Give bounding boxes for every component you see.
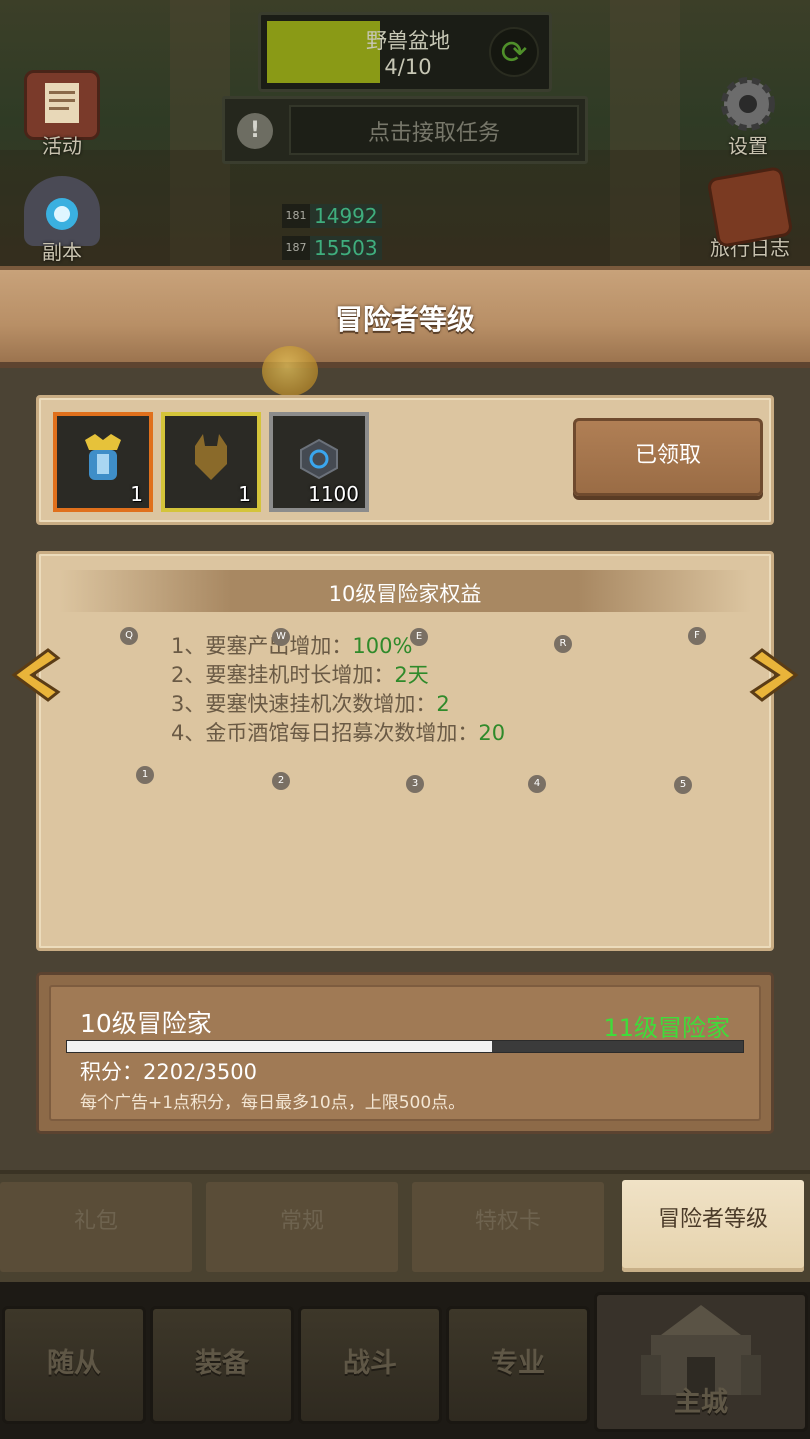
points-progress-fill <box>67 1041 493 1052</box>
points-progress-bar <box>66 1040 744 1053</box>
journal-book-icon <box>706 165 794 249</box>
benefit-value: 20 <box>478 721 506 745</box>
reward-item[interactable]: 1 <box>53 412 153 512</box>
benefit-item: 1、要塞产出增加：100% <box>171 632 505 661</box>
nav-followers[interactable]: 随从 <box>2 1306 146 1424</box>
settings-button[interactable]: 设置 <box>698 70 798 159</box>
key-marker-3[interactable]: 3 <box>406 775 424 793</box>
points-text: 积分：2202/3500 <box>80 1060 257 1084</box>
key-marker-1[interactable]: 1 <box>136 766 154 784</box>
tab-adventurer-level[interactable]: 冒险者等级 <box>622 1180 804 1272</box>
benefit-value: 2天 <box>394 663 429 687</box>
key-marker-e[interactable]: E <box>410 628 428 646</box>
tab-privilege-card[interactable]: 特权卡 <box>412 1182 604 1272</box>
tab-gift-pack[interactable]: 礼包 <box>0 1182 192 1272</box>
task-label: 点击接取任务 <box>367 121 500 146</box>
stat-level: 187 <box>282 236 310 260</box>
current-level: 10级冒险家 <box>80 1009 212 1038</box>
key-marker-r[interactable]: R <box>554 635 572 653</box>
nav-equipment[interactable]: 装备 <box>150 1306 294 1424</box>
panel-title: 冒险者等级 <box>334 303 475 336</box>
benefit-text: 3、要塞快速挂机次数增加： <box>171 692 437 716</box>
stat-row: 181 14992 <box>282 204 382 228</box>
benefit-value: 2 <box>436 692 450 716</box>
reward-box: 1 1 1100 已领取 <box>36 395 774 525</box>
prev-arrow-icon[interactable] <box>6 646 62 704</box>
nav-battle[interactable]: 战斗 <box>298 1306 442 1424</box>
reward-item[interactable]: 1100 <box>269 412 369 512</box>
benefits-box: 10级冒险家权益 1、要塞产出增加：100% 2、要塞挂机时长增加：2天 3、要… <box>36 551 774 951</box>
alert-icon: ! <box>237 113 273 149</box>
nav-main-city[interactable]: 主城 <box>594 1292 808 1432</box>
key-marker-q[interactable]: Q <box>120 627 138 645</box>
next-arrow-icon[interactable] <box>748 646 804 704</box>
panel-header: 冒险者等级 <box>0 266 810 368</box>
gem-stone-icon <box>300 438 338 480</box>
benefits-header: 10级冒险家权益 <box>59 570 751 612</box>
dungeon-button[interactable]: 副本 <box>12 176 112 265</box>
stat-value: 14992 <box>310 204 382 228</box>
journal-button[interactable]: 旅行日志 <box>698 165 802 261</box>
key-marker-w[interactable]: W <box>272 628 290 646</box>
ground-shadow <box>0 150 810 268</box>
benefit-item: 2、要塞挂机时长增加：2天 <box>171 661 505 690</box>
stat-row: 187 15503 <box>282 236 382 260</box>
activity-button[interactable]: 活动 <box>12 70 112 159</box>
coin-icon <box>262 346 318 396</box>
chest-armor-icon <box>195 434 227 480</box>
points-hint: 每个广告+1点积分，每日最多10点，上限500点。 <box>80 1093 466 1113</box>
refresh-icon[interactable]: ⟳ <box>489 27 539 77</box>
key-marker-f[interactable]: F <box>688 627 706 645</box>
benefit-text: 1、要塞产出增加： <box>171 634 353 658</box>
reward-qty: 1 <box>130 482 143 506</box>
quest-progress-box[interactable]: 野兽盆地 4/10 ⟳ <box>258 12 552 92</box>
benefit-text: 2、要塞挂机时长增加： <box>171 663 395 687</box>
nav-main-city-label: 主城 <box>674 1387 728 1418</box>
benefit-item: 4、金币酒馆每日招募次数增加：20 <box>171 719 505 748</box>
benefit-value: 100% <box>352 634 413 658</box>
stat-value: 15503 <box>310 236 382 260</box>
nav-profession[interactable]: 专业 <box>446 1306 590 1424</box>
reward-qty: 1100 <box>308 482 359 506</box>
benefit-text: 4、金币酒馆每日招募次数增加： <box>171 721 479 745</box>
benefit-item: 3、要塞快速挂机次数增加：2 <box>171 690 505 719</box>
reward-qty: 1 <box>238 482 251 506</box>
accept-task-bar[interactable]: ! 点击接取任务 <box>222 96 588 164</box>
tab-bar: 礼包 常规 特权卡 冒险者等级 <box>0 1170 810 1282</box>
claimed-button[interactable]: 已领取 <box>573 418 763 496</box>
next-level: 11级冒险家 <box>603 1014 730 1042</box>
key-marker-2[interactable]: 2 <box>272 772 290 790</box>
tab-regular[interactable]: 常规 <box>206 1182 398 1272</box>
armor-helmet-icon <box>85 434 121 480</box>
key-marker-4[interactable]: 4 <box>528 775 546 793</box>
benefits-list: 1、要塞产出增加：100% 2、要塞挂机时长增加：2天 3、要塞快速挂机次数增加… <box>171 632 505 748</box>
stat-level: 181 <box>282 204 310 228</box>
benefits-title: 10级冒险家权益 <box>328 582 482 606</box>
key-marker-5[interactable]: 5 <box>674 776 692 794</box>
reward-item[interactable]: 1 <box>161 412 261 512</box>
bottom-nav: 随从 装备 战斗 专业 主城 <box>0 1282 810 1439</box>
